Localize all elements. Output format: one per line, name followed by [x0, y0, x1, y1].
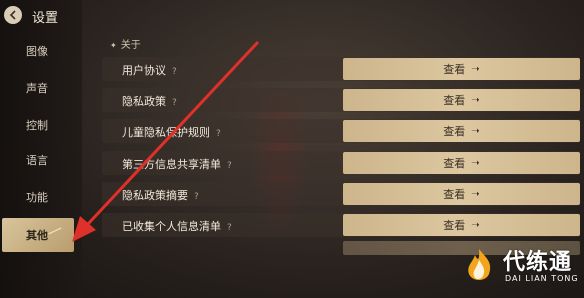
watermark-subtitle: DAI LIAN TONG: [505, 274, 579, 283]
watermark-brand: 代练通: [503, 250, 573, 275]
watermark: 代练通 DAI LIAN TONG: [455, 242, 581, 294]
flame-logo-icon: [468, 249, 491, 280]
